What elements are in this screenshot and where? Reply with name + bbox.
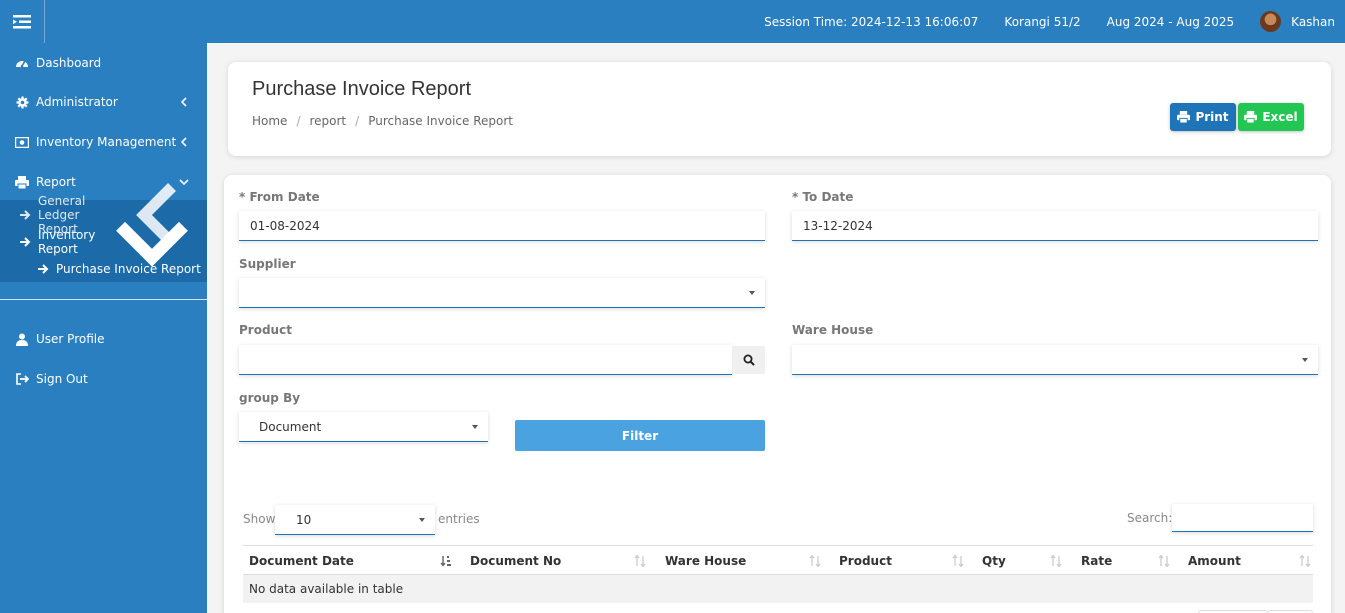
sidebar-item-label: Administrator [36,95,118,109]
fiscal-period[interactable]: Aug 2024 - Aug 2025 [1107,15,1235,29]
sort-icon[interactable] [634,555,646,567]
arrow-right-icon [37,263,49,275]
sort-icon[interactable] [1158,555,1170,567]
from-date-value: 01-08-2024 [250,218,320,233]
sidebar-item-label: Dashboard [36,56,102,70]
breadcrumb-current: Purchase Invoice Report [368,114,513,128]
search-label: Search: [1127,511,1173,525]
caret-down-icon [749,291,755,295]
arrow-right-icon [19,236,31,248]
chevron-left-icon [180,137,187,147]
sidebar-item-label: User Profile [36,332,105,346]
page-title: Purchase Invoice Report [252,78,472,100]
sidebar-item-label: Inventory Report [38,228,96,256]
menu-toggle-button[interactable] [0,0,45,43]
top-bar: Session Time: 2024-12-13 16:06:07 Korang… [0,0,1345,43]
product-label: Product [239,323,292,337]
sign-out-icon [15,372,29,386]
print-icon [1177,111,1191,123]
empty-table-message: No data available in table [249,582,404,596]
sidebar: Dashboard Administrator Inventory Manage… [0,43,207,613]
report-submenu: General Ledger Report Inventory Report P… [0,183,207,282]
group-by-label: group By [239,391,301,405]
search-icon [743,354,755,366]
group-by-value: Document [259,419,322,434]
column-header-amount[interactable]: Amount [1188,546,1241,576]
from-date-label: * From Date [239,190,320,204]
sort-icon[interactable] [1299,555,1311,567]
page-header-card: Purchase Invoice Report Home / report / … [228,62,1331,156]
print-button[interactable]: Print [1170,103,1236,131]
show-label: Show [243,512,276,526]
sidebar-item-inventory-report[interactable]: Inventory Report [0,221,207,267]
user-icon [15,332,29,346]
breadcrumb-separator: / [296,114,301,128]
sort-icon[interactable] [952,555,964,567]
filter-button[interactable]: Filter [515,420,765,451]
sidebar-item-user-profile[interactable]: User Profile [0,322,207,356]
column-header-ware-house[interactable]: Ware House [665,546,746,576]
hamburger-icon [13,14,31,28]
column-header-product[interactable]: Product [839,546,892,576]
gear-icon [15,95,29,109]
breadcrumb: Home / report / Purchase Invoice Report [252,114,513,128]
sidebar-item-label: Sign Out [36,372,88,386]
warehouse-label: Ware House [792,323,874,337]
sort-descending-icon[interactable] [440,555,452,567]
caret-down-icon [419,518,425,522]
print-icon [15,175,29,189]
product-input[interactable] [239,345,732,375]
branch-name[interactable]: Korangi 51/2 [1004,15,1080,29]
column-header-rate[interactable]: Rate [1081,546,1112,576]
session-time: Session Time: 2024-12-13 16:06:07 [764,14,979,29]
column-header-document-no[interactable]: Document No [470,546,561,576]
column-header-qty[interactable]: Qty [982,546,1006,576]
sidebar-item-label: Report [36,175,76,189]
caret-down-icon [472,425,478,429]
print-button-label: Print [1195,110,1229,124]
to-date-field[interactable]: 13-12-2024 [792,211,1318,241]
breadcrumb-report[interactable]: report [309,114,346,128]
column-header-document-date[interactable]: Document Date [249,546,354,576]
to-date-value: 13-12-2024 [803,218,873,233]
table-search-input[interactable] [1172,504,1313,532]
breadcrumb-home[interactable]: Home [252,114,287,128]
sort-icon[interactable] [1050,555,1062,567]
sidebar-item-inventory-management[interactable]: Inventory Management [0,125,207,159]
to-date-label: * To Date [792,190,854,204]
from-date-field[interactable]: 01-08-2024 [239,211,765,241]
excel-button-label: Excel [1262,110,1298,124]
sidebar-item-purchase-invoice-report[interactable]: Purchase Invoice Report [0,256,207,282]
product-search-button[interactable] [732,346,765,374]
entries-label: entries [438,512,480,526]
table-empty-row: No data available in table [243,575,1313,603]
sidebar-item-label: Inventory Management [36,135,177,149]
group-by-select[interactable]: Document [239,412,488,442]
sidebar-item-dashboard[interactable]: Dashboard [0,46,207,80]
filter-form-card: * From Date 01-08-2024 * To Date 13-12-2… [224,175,1331,613]
page-size-value: 10 [296,512,312,527]
username[interactable]: Kashan [1291,15,1335,29]
caret-down-icon [1302,358,1308,362]
supplier-select[interactable] [239,278,765,308]
breadcrumb-separator: / [355,114,360,128]
avatar[interactable] [1260,11,1282,32]
table-header: Document Date Document No Ware House Pro… [243,545,1313,575]
dashboard-icon [15,56,29,70]
sidebar-item-sign-out[interactable]: Sign Out [0,362,207,396]
sidebar-divider [0,299,207,300]
money-icon [15,135,29,149]
excel-button[interactable]: Excel [1238,103,1304,131]
supplier-label: Supplier [239,257,296,271]
chevron-left-icon [180,97,187,107]
warehouse-select[interactable] [792,345,1318,375]
sidebar-item-administrator[interactable]: Administrator [0,85,207,119]
print-icon [1244,111,1258,123]
page-size-select[interactable]: 10 [275,505,435,535]
arrow-right-icon [19,209,31,221]
sidebar-item-label: Purchase Invoice Report [56,262,201,276]
sort-icon[interactable] [809,555,821,567]
